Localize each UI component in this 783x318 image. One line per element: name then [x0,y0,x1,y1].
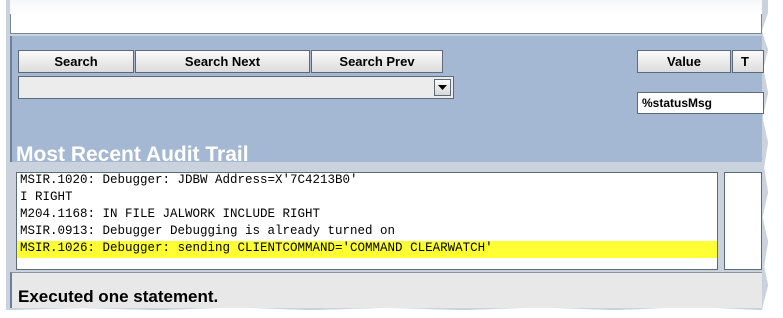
log-line: MSIR.0913: Debugger Debugging is already… [20,224,396,238]
value-tab[interactable]: Value [637,50,731,73]
status-bar-message: Executed one statement. [18,287,219,306]
audit-trail-log[interactable]: MSIR.1020: Debugger: JDBW Address=X'7C42… [16,172,718,270]
log-line-highlighted: MSIR.1026: Debugger: sending CLIENTCOMMA… [17,241,717,258]
side-panel [724,172,762,270]
audit-trail-title: Most Recent Audit Trail [16,143,249,166]
status-message-field[interactable]: %statusMsg [637,92,764,114]
log-line: M204.1168: IN FILE JALWORK INCLUDE RIGHT [20,207,321,221]
log-line: I RIGHT [20,190,73,204]
search-next-button[interactable]: Search Next [135,50,310,73]
chevron-down-icon [438,85,447,90]
top-field-edge [10,0,762,14]
log-line: MSIR.1020: Debugger: JDBW Address=X'7C42… [20,173,358,187]
search-prev-button[interactable]: Search Prev [311,50,443,73]
dropdown-arrow-button[interactable] [434,79,451,96]
partial-tab[interactable]: T [732,50,764,73]
search-button[interactable]: Search [18,50,134,73]
search-dropdown[interactable] [18,76,454,99]
screenshot-stage: Search Search Next Search Prev Value T %… [0,0,783,318]
